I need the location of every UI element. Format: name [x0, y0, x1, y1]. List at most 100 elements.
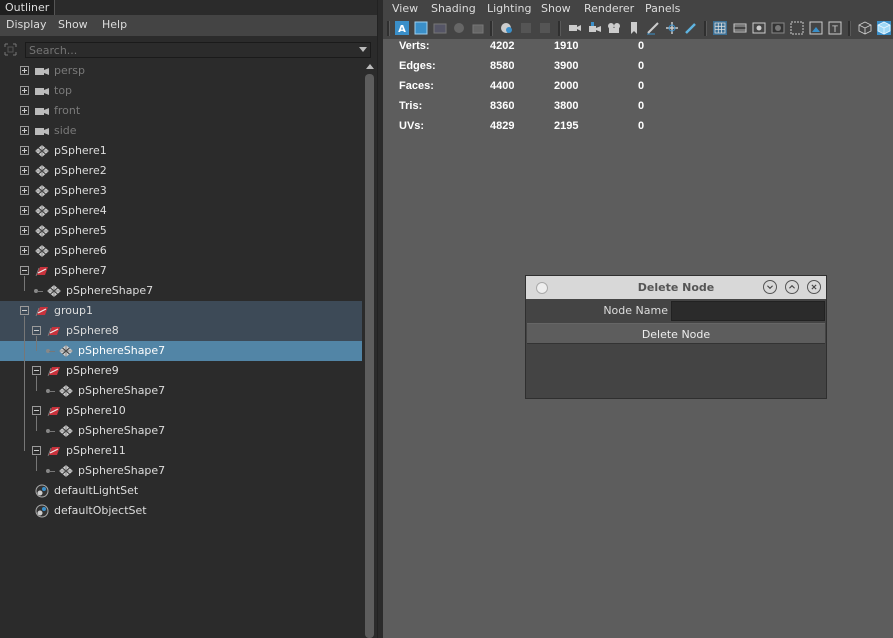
- expand-icon[interactable]: [20, 226, 29, 235]
- minimize-icon[interactable]: [763, 280, 777, 294]
- outliner-tab[interactable]: Outliner: [0, 0, 56, 15]
- bookmark-icon[interactable]: [627, 21, 641, 35]
- outliner-row[interactable]: pSphere3: [0, 181, 362, 201]
- expand-icon[interactable]: [20, 246, 29, 255]
- outliner-item-label: pSphere10: [66, 404, 126, 417]
- safe-action-icon[interactable]: [809, 21, 823, 35]
- search-input[interactable]: [25, 42, 371, 58]
- menu-view[interactable]: View: [392, 2, 418, 15]
- menu-show[interactable]: Show: [541, 2, 571, 15]
- collapse-icon[interactable]: [20, 266, 29, 275]
- toolbar-separator: [704, 21, 707, 36]
- expand-icon[interactable]: [20, 86, 29, 95]
- close-icon[interactable]: [807, 280, 821, 294]
- collapse-icon[interactable]: [32, 446, 41, 455]
- grid-icon[interactable]: [713, 21, 727, 35]
- menu-shading[interactable]: Shading: [431, 2, 476, 15]
- outliner-item-label: pSphere6: [54, 244, 107, 257]
- outliner-scrollbar[interactable]: [363, 61, 377, 638]
- expand-icon[interactable]: [20, 186, 29, 195]
- safe-title-icon[interactable]: T: [828, 21, 842, 35]
- move-tool-icon[interactable]: [665, 21, 679, 35]
- outliner-row[interactable]: persp: [0, 61, 362, 81]
- frame-selection-icon[interactable]: [433, 21, 447, 35]
- collapse-icon[interactable]: [32, 366, 41, 375]
- outliner-row[interactable]: pSphereShape7: [0, 381, 362, 401]
- select-camera-icon[interactable]: A: [395, 21, 409, 35]
- outliner-row[interactable]: pSphere11: [0, 441, 362, 461]
- sphere-tool-icon[interactable]: [452, 21, 466, 35]
- chevron-down-icon[interactable]: [359, 47, 367, 52]
- menu-lighting[interactable]: Lighting: [487, 2, 531, 15]
- toolbar-separator: [387, 21, 390, 36]
- outliner-row[interactable]: front: [0, 101, 362, 121]
- collapse-icon[interactable]: [32, 406, 41, 415]
- outliner-row[interactable]: side: [0, 121, 362, 141]
- menu-show[interactable]: Show: [58, 18, 88, 31]
- scroll-up-icon[interactable]: [366, 64, 374, 69]
- outliner-row[interactable]: pSphere6: [0, 241, 362, 261]
- hud-label: Verts:: [399, 40, 430, 52]
- outliner-row[interactable]: pSphere7: [0, 261, 362, 281]
- isolate-icon[interactable]: [500, 21, 514, 35]
- expand-icon[interactable]: [20, 146, 29, 155]
- menu-panels[interactable]: Panels: [645, 2, 680, 15]
- mesh-icon: [58, 344, 74, 358]
- tree-connector: [36, 336, 37, 351]
- outliner-row[interactable]: pSphere2: [0, 161, 362, 181]
- expand-icon[interactable]: [20, 206, 29, 215]
- paint-tool-icon[interactable]: [684, 21, 698, 35]
- field-chart-icon[interactable]: [790, 21, 804, 35]
- outliner-row[interactable]: group1: [0, 301, 362, 321]
- menu-renderer[interactable]: Renderer: [584, 2, 634, 15]
- node-name-input[interactable]: [671, 301, 825, 321]
- expand-icon[interactable]: [20, 126, 29, 135]
- outliner-row[interactable]: pSphere4: [0, 201, 362, 221]
- hud-value: 3800: [554, 100, 579, 112]
- outliner-row[interactable]: pSphere10: [0, 401, 362, 421]
- outliner-row[interactable]: pSphereShape7: [0, 341, 362, 361]
- outliner-row[interactable]: defaultObjectSet: [0, 501, 362, 521]
- gate-mask-icon[interactable]: [771, 21, 785, 35]
- xray-icon[interactable]: [519, 21, 533, 35]
- maximize-icon[interactable]: [785, 280, 799, 294]
- outliner-row[interactable]: top: [0, 81, 362, 101]
- grease-pencil-icon[interactable]: [646, 21, 660, 35]
- outliner-item-label: pSphereShape7: [66, 284, 154, 297]
- cube-shaded-icon[interactable]: [877, 21, 891, 35]
- outliner-row[interactable]: pSphere9: [0, 361, 362, 381]
- outliner-row[interactable]: pSphere5: [0, 221, 362, 241]
- camera-icon[interactable]: [568, 21, 582, 35]
- film-gate-icon[interactable]: [733, 21, 747, 35]
- outliner-row[interactable]: pSphereShape7: [0, 281, 362, 301]
- frame-all-icon[interactable]: [414, 21, 428, 35]
- outliner-row[interactable]: pSphereShape7: [0, 461, 362, 481]
- cube-wireframe-icon[interactable]: [858, 21, 872, 35]
- expand-icon[interactable]: [20, 66, 29, 75]
- expand-icon[interactable]: [20, 166, 29, 175]
- collapse-icon[interactable]: [20, 306, 29, 315]
- camera-attributes-icon[interactable]: [607, 21, 621, 35]
- delete-node-button[interactable]: Delete Node: [527, 323, 825, 344]
- filter-icon[interactable]: [4, 43, 17, 56]
- wireframe-icon[interactable]: [538, 21, 552, 35]
- outliner-row[interactable]: defaultLightSet: [0, 481, 362, 501]
- outliner-item-label: pSphere3: [54, 184, 107, 197]
- outliner-row[interactable]: pSphere8: [0, 321, 362, 341]
- tree-connector: [36, 416, 37, 431]
- expand-icon[interactable]: [20, 106, 29, 115]
- menu-display[interactable]: Display: [6, 18, 47, 31]
- toolbar-separator: [848, 21, 851, 36]
- outliner-row[interactable]: pSphereShape7: [0, 421, 362, 441]
- collapse-icon[interactable]: [32, 326, 41, 335]
- camera-lock-icon[interactable]: [588, 21, 602, 35]
- mesh-icon: [34, 244, 50, 258]
- dialog-titlebar[interactable]: Delete Node: [526, 276, 826, 299]
- outliner-row[interactable]: pSphere1: [0, 141, 362, 161]
- scrollbar-thumb[interactable]: [365, 74, 374, 638]
- layers-icon[interactable]: [471, 21, 485, 35]
- menu-help[interactable]: Help: [102, 18, 127, 31]
- hud-value: 2195: [554, 120, 579, 132]
- hud-label: Faces:: [399, 80, 434, 92]
- resolution-gate-icon[interactable]: [752, 21, 766, 35]
